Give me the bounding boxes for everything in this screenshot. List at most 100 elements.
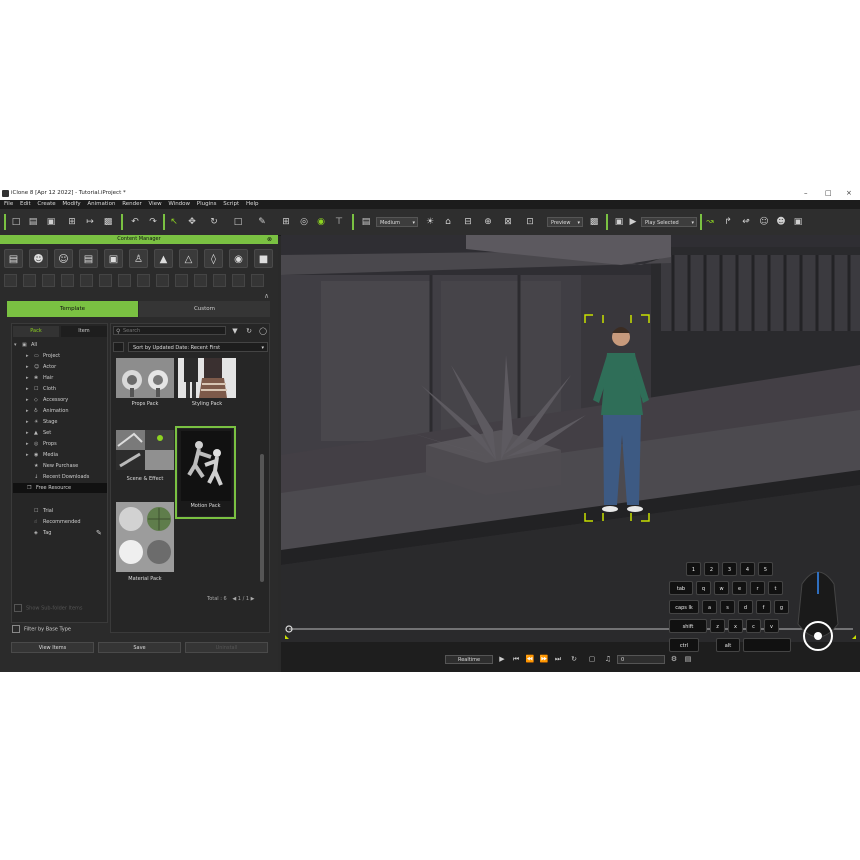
light-icon[interactable]: ☀ [424,216,436,228]
pack-tile-scene-effect[interactable]: Scene & Effect [116,430,174,484]
pick-tool-icon[interactable]: ✎ [256,216,268,228]
rotate-icon[interactable]: ↻ [208,216,220,228]
menu-file[interactable]: File [4,201,13,207]
checkbox-box[interactable] [12,625,20,633]
path-edit-icon[interactable]: ↫ [740,216,752,228]
tree-node-hair[interactable]: ▸ ❀ Hair [26,373,53,383]
tree-node-recommended[interactable]: ☝ Recommended [26,517,81,527]
tree-node-recent-downloads[interactable]: ↓ Recent Downloads [26,472,89,482]
expand-arrow-icon[interactable]: ▸ [26,351,34,361]
tree-node-tag[interactable]: ◈ Tag [26,528,51,538]
sub-button[interactable] [4,274,17,287]
motion-director-icon[interactable]: ▣ [613,216,625,228]
camera-switch-icon[interactable]: ▢ [587,654,597,664]
save-icon[interactable]: ▣ [45,216,57,228]
close-window-button[interactable]: × [846,187,852,200]
sub-button[interactable] [61,274,74,287]
sub-button[interactable] [23,274,36,287]
sub-button[interactable] [175,274,188,287]
pack-tile-styling[interactable]: Styling Pack [178,358,236,412]
audio-note-icon[interactable]: ♫ [603,654,613,664]
pack-grid-scrollbar[interactable] [260,454,264,582]
subtab-pack[interactable]: Pack [13,326,59,337]
settings-gear-icon[interactable]: ⚙ [669,654,679,664]
walk-path-icon[interactable]: ↝ [704,216,716,228]
tree-node-accessory[interactable]: ▸ ◇ Accessory [26,395,68,405]
project-category-icon[interactable]: ▤ [4,249,23,268]
tab-custom[interactable]: Custom [139,301,270,317]
animation-category-icon[interactable]: ♙ [129,249,148,268]
sub-button[interactable] [213,274,226,287]
tree-node-new-purchase[interactable]: ★ New Purchase [26,461,78,471]
drop-to-floor-icon[interactable]: ⊤ [333,216,345,228]
scale-icon[interactable]: □ [232,216,244,228]
menu-modify[interactable]: Modify [62,201,80,207]
maximize-button[interactable]: □ [825,187,832,200]
play-circle-icon[interactable]: ▶ [627,216,639,228]
visibility-eye-icon[interactable]: ◉ [315,216,327,228]
menu-view[interactable]: View [149,201,162,207]
props-category-icon[interactable]: ◊ [204,249,223,268]
pack-tile-props[interactable]: Props Pack [116,358,174,412]
redo-icon[interactable]: ↷ [147,216,159,228]
zoom-icon[interactable]: ⊕ [482,216,494,228]
minimize-button[interactable]: – [804,187,808,200]
sub-button[interactable] [194,274,207,287]
collapse-chevron-icon[interactable]: ∧ [264,292,269,300]
sub-button[interactable] [42,274,55,287]
expand-arrow-icon[interactable]: ▸ [26,384,34,394]
menu-help[interactable]: Help [246,201,259,207]
actor-category-icon[interactable]: ☻ [29,249,48,268]
new-file-icon[interactable]: □ [10,216,22,228]
sub-button[interactable] [99,274,112,287]
menu-edit[interactable]: Edit [20,201,31,207]
snap-icon[interactable]: ⊞ [280,216,292,228]
expand-arrow-icon[interactable]: ▸ [26,406,34,416]
pack-tile-material[interactable]: Material Pack [116,502,174,582]
path-point-icon[interactable]: ↱ [722,216,734,228]
expand-arrow-icon[interactable]: ▸ [26,439,34,449]
page-next-icon[interactable]: ▶ [251,596,255,602]
undo-icon[interactable]: ↶ [129,216,141,228]
expand-arrow-icon[interactable]: ▸ [26,395,34,405]
tree-node-animation[interactable]: ▸ ♁ Animation [26,406,69,416]
options-circle-icon[interactable]: ◯ [258,326,268,336]
tree-node-project[interactable]: ▸ ▭ Project [26,351,60,361]
tab-template[interactable]: Template [7,301,138,317]
realtime-dropdown[interactable]: Realtime [445,655,493,664]
camera-target-icon[interactable]: ◎ [298,216,310,228]
sub-button[interactable] [232,274,245,287]
open-folder-icon[interactable]: ▤ [27,216,39,228]
accessory-category-icon[interactable]: ▣ [104,249,123,268]
filter-by-base-type-checkbox[interactable]: Filter by Base Type [12,625,71,634]
grid-icon[interactable]: ⊡ [524,216,536,228]
tree-node-media[interactable]: ▸ ◉ Media [26,450,58,460]
frame-selected-icon[interactable]: ⊠ [502,216,514,228]
home-camera-icon[interactable]: ⌂ [442,216,454,228]
character-icon[interactable]: ☺ [758,216,770,228]
group-icon[interactable]: ☻ [775,216,787,228]
expand-arrow-icon[interactable]: ▸ [26,373,34,383]
menu-plugins[interactable]: Plugins [197,201,217,207]
set-category-icon[interactable]: △ [179,249,198,268]
go-to-start-icon[interactable]: ⏮ [511,654,521,664]
tree-node-stage[interactable]: ▸ ☀ Stage [26,417,57,427]
tree-node-cloth[interactable]: ▸ ☐ Cloth [26,384,56,394]
expand-arrow-icon[interactable]: ▸ [26,450,34,460]
current-frame-field[interactable]: 0 [617,655,665,664]
head-category-icon[interactable]: ☺ [54,249,73,268]
sort-dropdown[interactable]: Sort by Updated Date: Recent First ▾ [128,342,268,352]
close-panel-icon[interactable]: ⊗ [267,235,272,244]
expand-arrow-icon[interactable]: ▸ [26,428,34,438]
video-camera-icon[interactable]: ▩ [588,216,600,228]
go-to-end-icon[interactable]: ⏭ [553,654,563,664]
view-items-button[interactable]: View Items [11,642,94,653]
tree-node-trial[interactable]: ☐ Trial [26,506,53,516]
display-mode-icon[interactable]: ▤ [360,216,372,228]
menu-animation[interactable]: Animation [87,201,115,207]
media-category-icon[interactable]: ◉ [229,249,248,268]
play-icon[interactable]: ▶ [497,654,507,664]
loop-icon[interactable]: ↻ [569,654,579,664]
menu-window[interactable]: Window [168,201,190,207]
preview-dropdown[interactable]: Preview ▾ [547,217,583,227]
